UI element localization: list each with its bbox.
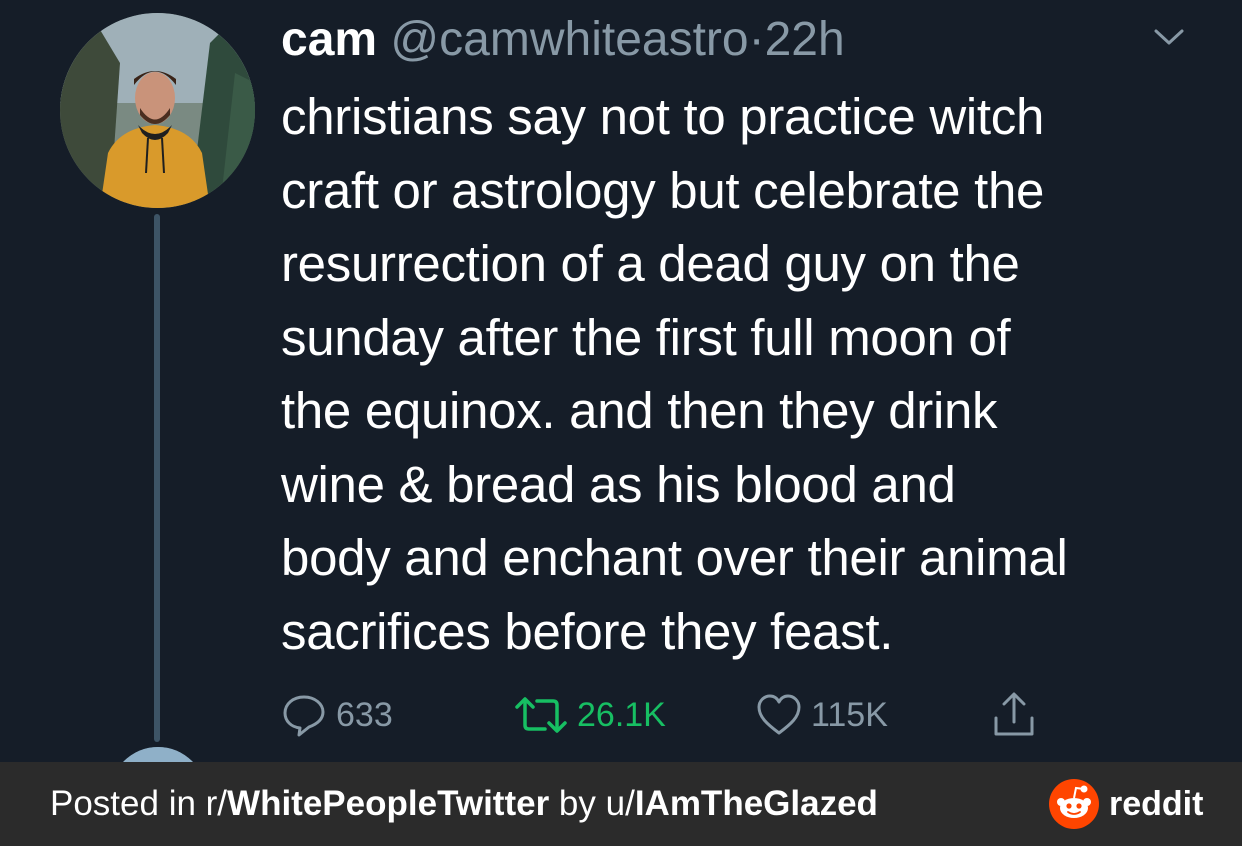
posted-by-text: Posted in r/WhitePeopleTwitter by u/IAmT… [50,762,878,846]
thread-line [154,214,160,742]
like-button[interactable]: 115K [755,690,888,740]
timestamp[interactable]: 22h [765,13,845,66]
chevron-down-icon[interactable] [1150,22,1188,52]
username-link[interactable]: IAmTheGlazed [635,784,878,823]
reply-count: 633 [336,695,393,734]
reddit-footer: Posted in r/WhitePeopleTwitter by u/IAmT… [0,762,1242,846]
tweet-line: resurrection of a dead guy on the [281,235,1020,292]
tweet-card: cam @camwhiteastro·22h christians say no… [0,0,1242,843]
retweet-icon [515,697,567,733]
by-prefix: by u/ [549,784,635,823]
tweet-line: craft or astrology but celebrate the [281,161,1045,219]
reddit-wordmark: reddit [1109,784,1204,823]
tweet-actions: 633 26.1K 115K [280,690,1080,740]
share-button[interactable] [990,690,1046,740]
share-icon [994,692,1034,736]
tweet-line: body and enchant over their animal [281,529,1068,586]
like-count: 115K [811,695,888,734]
tweet-header: cam @camwhiteastro·22h [281,10,845,70]
tweet-line: the equinox. and then they drink [281,382,998,439]
reply-icon [283,695,325,737]
heart-icon [757,694,801,735]
reddit-alien-icon [1049,779,1099,829]
posted-in-prefix: Posted in r/ [50,784,228,823]
tweet-line: sacrifices before they feast. [281,602,894,660]
retweet-button[interactable]: 26.1K [513,690,666,740]
display-name[interactable]: cam [281,13,377,66]
tweet-line: christians say not to practice witch [281,88,1045,145]
retweet-count: 26.1K [577,695,666,734]
header-separator: · [748,13,765,66]
avatar[interactable] [60,13,255,208]
tweet-line: sunday after the first full moon of [281,308,1011,366]
tweet-text: christians say not to practice witch cra… [281,80,1211,668]
reply-button[interactable]: 633 [280,690,393,740]
reddit-logo[interactable]: reddit [1049,779,1203,829]
tweet-line: wine & bread as his blood and [281,455,956,513]
subreddit-link[interactable]: WhitePeopleTwitter [227,784,549,823]
user-handle[interactable]: @camwhiteastro [390,13,748,66]
